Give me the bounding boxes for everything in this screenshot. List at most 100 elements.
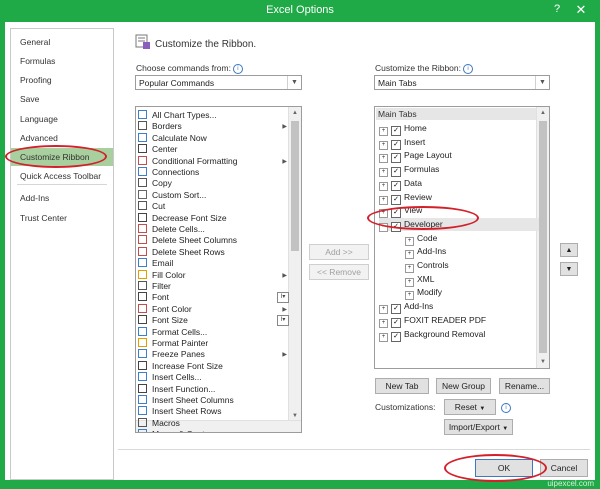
expand-icon[interactable]: + [405,236,414,246]
expand-icon[interactable]: + [405,264,414,273]
command-item[interactable]: Increase Font Size [138,360,223,372]
scroll-thumb[interactable] [539,121,547,353]
command-item[interactable]: Merge & Center [138,429,212,432]
nav-item-general[interactable]: General [11,33,113,51]
ribbon-group-node[interactable]: + Code [405,232,539,246]
command-item[interactable]: Borders [138,121,182,132]
nav-item-quick-access-toolbar[interactable]: Quick Access Toolbar [11,167,113,185]
expand-icon[interactable]: + [379,318,388,328]
checkbox[interactable]: ✓ [391,194,401,205]
ribbon-tab-node[interactable]: + ✓ Data [379,177,539,191]
ribbon-tab-node[interactable]: + ✓ Home [379,122,539,136]
command-item[interactable]: Format Cells... [138,326,207,338]
new-tab-button[interactable]: New Tab [375,378,429,394]
ribbon-group-node[interactable]: + Add-Ins [405,245,539,260]
nav-item-language[interactable]: Language [11,110,113,128]
nav-item-formulas[interactable]: Formulas [11,52,113,70]
command-item[interactable]: Delete Cells... [138,224,205,235]
command-item[interactable]: Center [138,144,178,155]
command-item[interactable]: Filter [138,281,171,292]
command-item[interactable]: Font [138,292,169,303]
command-item[interactable]: Insert Sheet Columns [138,395,234,406]
expand-icon[interactable]: + [379,332,388,342]
checkbox[interactable]: ✓ [391,304,401,315]
close-icon[interactable]: ✕ [570,2,592,18]
chevron-down-icon[interactable]: ▼ [535,76,549,89]
checkbox[interactable]: ✓ [391,167,401,178]
commands-list[interactable]: ▲ ▼ All Chart Types... Borders ▶ Calculate … [135,106,302,433]
help-icon[interactable]: ? [550,3,564,17]
command-label: Fill Color [152,269,186,280]
command-item[interactable]: Fill Color [138,269,186,281]
rename-button[interactable]: Rename... [499,378,550,394]
ribbon-tab-node[interactable]: + ✓ Review [379,191,539,205]
expand-icon[interactable]: + [405,277,414,287]
checkbox[interactable]: ✓ [391,317,401,328]
scroll-up-icon[interactable]: ▲ [289,107,301,119]
command-item[interactable]: Font Size [138,315,188,326]
scroll-thumb[interactable] [291,121,299,251]
nav-item-save[interactable]: Save [11,90,113,108]
checkbox[interactable]: ✓ [391,180,401,191]
expand-icon[interactable]: + [379,140,388,150]
scroll-down-icon[interactable]: ▼ [537,356,549,368]
ribbon-tab-node[interactable]: + ✓ Background Removal [379,328,539,342]
expand-icon[interactable]: + [405,250,414,260]
choose-commands-dropdown[interactable]: Popular Commands ▼ [135,75,302,90]
command-item[interactable]: Decrease Font Size [138,212,227,224]
nav-item-trust-center[interactable]: Trust Center [11,209,113,227]
ribbon-tab-node[interactable]: + ✓ Formulas [379,163,539,178]
expand-icon[interactable]: + [379,305,388,315]
import-export-dropdown-button[interactable]: Import/Export ▼ [444,419,513,435]
command-item[interactable]: Cut [138,201,165,212]
ribbon-group-node[interactable]: + Modify [405,286,539,301]
command-item[interactable]: Macros [138,417,180,429]
command-item[interactable]: Format Painter [138,338,208,349]
expand-icon[interactable]: + [379,127,388,136]
command-item[interactable]: All Chart Types... [138,110,217,121]
command-item[interactable]: Conditional Formatting [138,155,238,167]
command-item[interactable]: Email [138,258,173,269]
checkbox[interactable]: ✓ [391,331,401,342]
expand-icon[interactable]: + [379,154,388,164]
checkbox[interactable]: ✓ [391,126,401,136]
commands-scrollbar[interactable]: ▲ ▼ [288,107,301,422]
expand-icon[interactable]: + [379,168,388,178]
command-item[interactable]: Font Color [138,303,192,315]
ribbon-tab-node[interactable]: + ✓ Page Layout [379,149,539,164]
command-item[interactable]: Calculate Now [138,132,207,144]
move-up-button[interactable]: ▲ [560,243,578,257]
command-item[interactable]: Delete Sheet Columns [138,235,237,246]
ribbon-tab-node[interactable]: + ✓ FOXIT READER PDF [379,314,539,328]
cancel-button[interactable]: Cancel [540,459,588,477]
command-item[interactable]: Delete Sheet Rows [138,246,225,258]
checkbox[interactable]: ✓ [391,139,401,150]
ribbon-group-node[interactable]: + XML [405,273,539,287]
ribbon-tab-node[interactable]: + ✓ Insert [379,136,539,150]
nav-item-proofing[interactable]: Proofing [11,71,113,89]
expand-icon[interactable]: + [379,181,388,191]
command-item[interactable]: Insert Cells... [138,372,202,383]
customize-ribbon-dropdown[interactable]: Main Tabs ▼ [374,75,550,90]
command-item[interactable]: Insert Sheet Rows [138,406,221,417]
command-item[interactable]: Copy [138,178,172,189]
title-bar[interactable]: Excel Options ? ✕ [0,0,600,22]
reset-dropdown-button[interactable]: Reset ▼ [444,399,496,415]
expand-icon[interactable]: + [379,195,388,205]
remove-button[interactable]: << Remove [309,264,369,280]
ribbon-tab-node[interactable]: + ✓ Add-Ins [379,300,539,315]
ribbon-group-node[interactable]: + Controls [405,259,539,273]
chevron-down-icon[interactable]: ▼ [287,76,301,89]
command-item[interactable]: Insert Function... [138,383,215,395]
nav-item-add-ins[interactable]: Add-Ins [11,189,113,207]
new-group-button[interactable]: New Group [436,378,491,394]
checkbox[interactable]: ✓ [391,153,401,164]
ribbon-tabs-tree[interactable]: Main Tabs ▲ ▼ + ✓ Home + ✓ Insert + ✓ Page Layou… [374,106,550,369]
scroll-up-icon[interactable]: ▲ [537,107,549,119]
command-item[interactable]: Freeze Panes [138,349,205,360]
add-button[interactable]: Add >> [309,244,369,260]
command-item[interactable]: Custom Sort... [138,189,206,201]
move-down-button[interactable]: ▼ [560,262,578,276]
expand-icon[interactable]: + [405,291,414,301]
command-item[interactable]: Connections [138,167,199,178]
